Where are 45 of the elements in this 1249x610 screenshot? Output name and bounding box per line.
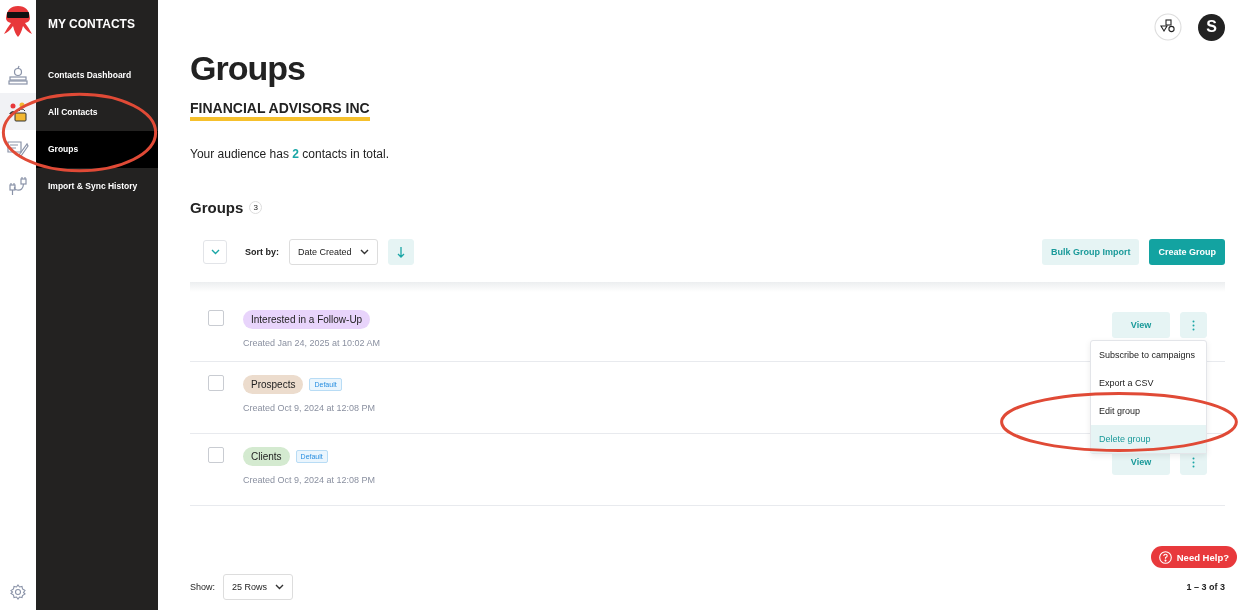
created-date: Created Oct 9, 2024 at 12:08 PM <box>243 403 376 413</box>
menu-item[interactable]: Subscribe to campaigns <box>1091 341 1206 369</box>
section-title: Groups <box>190 199 244 216</box>
group-tag[interactable]: Prospects <box>243 375 304 394</box>
menu-item[interactable]: Export a CSV <box>1091 369 1206 397</box>
sidebar-item[interactable]: Groups <box>36 131 158 168</box>
audience-summary: Your audience has 2 contacts in total. <box>190 147 391 161</box>
more-icon <box>1192 456 1195 468</box>
sidebar-item[interactable]: Contacts Dashboard <box>36 57 158 94</box>
people-icon[interactable] <box>7 100 29 123</box>
menu-item[interactable]: Edit group <box>1091 397 1206 425</box>
row-checkbox[interactable] <box>208 375 224 391</box>
group-tag[interactable]: Interested in a Follow-Up <box>243 310 371 329</box>
octopus-logo <box>3 4 33 38</box>
account-name: FINANCIAL ADVISORS INC <box>190 100 370 121</box>
sort-label: Sort by: <box>245 247 279 257</box>
books-icon[interactable] <box>8 63 28 86</box>
shapes-icon[interactable] <box>1154 13 1182 41</box>
user-avatar[interactable]: S <box>1198 13 1225 41</box>
help-button[interactable]: Need Help? <box>1150 546 1237 568</box>
rows-dropdown[interactable]: 25 Rows <box>223 574 294 600</box>
settings-icon[interactable] <box>10 584 26 600</box>
plug-icon[interactable] <box>7 174 29 197</box>
sidebar-item[interactable]: All Contacts <box>36 94 158 131</box>
chevron-icon <box>275 584 285 590</box>
chevron-icon <box>210 249 220 255</box>
created-date: Created Jan 24, 2025 at 10:02 AM <box>243 338 381 348</box>
group-tag[interactable]: Clients <box>243 447 290 466</box>
pen-icon[interactable] <box>7 138 29 159</box>
more-button[interactable] <box>1180 312 1207 338</box>
more-icon <box>1192 319 1195 331</box>
sort-direction-button[interactable] <box>387 239 414 265</box>
page-title: Groups <box>190 49 306 88</box>
show-label: Show: <box>190 582 215 592</box>
row-checkbox[interactable] <box>208 447 224 463</box>
sidebar-title: MY CONTACTS <box>47 16 136 33</box>
arrow-down-icon <box>396 246 405 258</box>
chevron-icon <box>359 249 369 255</box>
row-checkbox[interactable] <box>208 310 224 326</box>
created-date: Created Oct 9, 2024 at 12:08 PM <box>243 475 376 485</box>
sort-dropdown[interactable]: Date Created <box>289 239 378 265</box>
expand-button[interactable] <box>203 240 227 264</box>
pagination-range: 1 – 3 of 3 <box>1186 582 1225 592</box>
help-icon <box>1158 550 1172 564</box>
sidebar-item[interactable]: Import & Sync History <box>36 168 158 205</box>
